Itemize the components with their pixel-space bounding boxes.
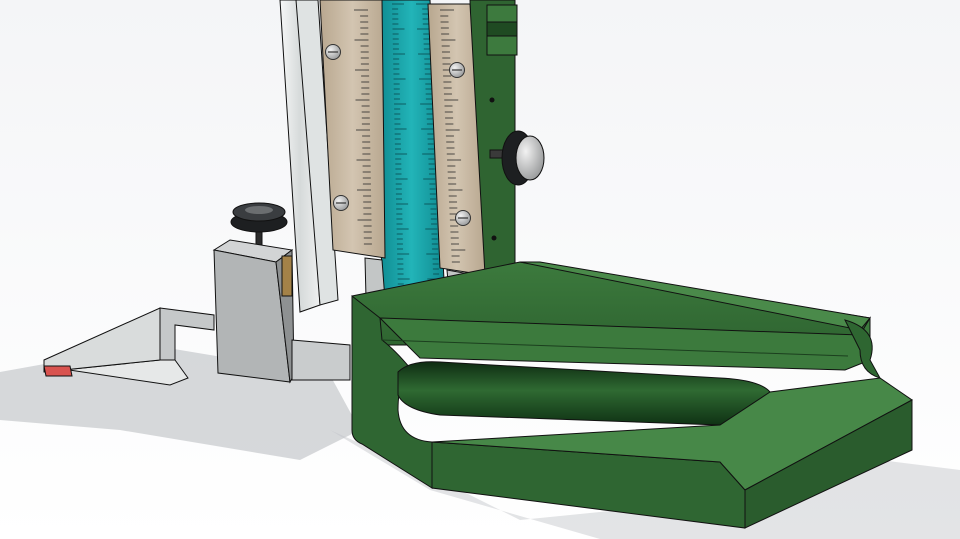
- cad-viewport[interactable]: [0, 0, 960, 539]
- height-gauge-render: [0, 0, 960, 539]
- scriber-tip: [43, 365, 73, 377]
- scriber-block: [212, 239, 295, 384]
